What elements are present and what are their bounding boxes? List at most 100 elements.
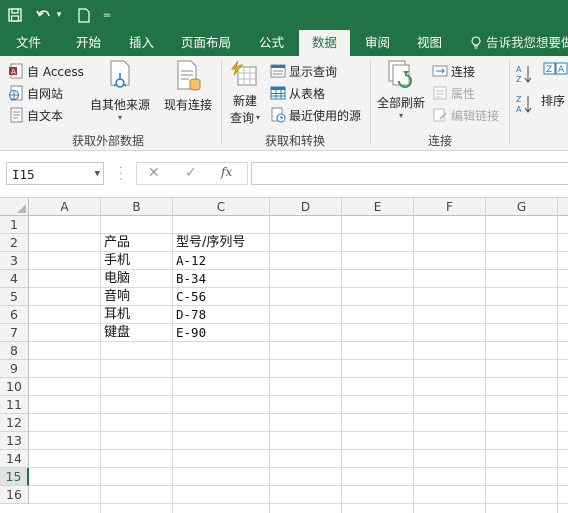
sort-za-icon[interactable]: ZA <box>515 94 533 117</box>
tab-page-layout[interactable]: 页面布局 <box>181 30 231 56</box>
row-header[interactable]: 7 <box>0 324 29 342</box>
row-header[interactable]: 15 <box>0 468 29 486</box>
row-header[interactable]: 14 <box>0 450 29 468</box>
tab-formulas[interactable]: 公式 <box>259 30 284 56</box>
properties-icon <box>433 86 447 100</box>
cell-c4[interactable]: B-34 <box>173 270 206 288</box>
sort-button[interactable]: Z A 排序 <box>541 62 568 109</box>
name-box[interactable]: I15 ▼ <box>6 162 104 185</box>
show-queries-label: 显示查询 <box>289 64 338 79</box>
sort-label: 排序 <box>541 94 566 108</box>
column-header-g[interactable]: G <box>486 198 558 216</box>
cell-b4[interactable]: 电脑 <box>101 270 130 288</box>
from-table-label: 从表格 <box>289 86 326 101</box>
tab-home[interactable]: 开始 <box>76 30 101 56</box>
existing-connections-button[interactable]: 现有连接 <box>160 59 216 113</box>
svg-text:A: A <box>516 105 522 114</box>
recent-sources-button[interactable]: 最近使用的源 <box>270 105 361 125</box>
undo-icon[interactable] <box>33 0 55 30</box>
properties-label: 属性 <box>451 86 476 101</box>
properties-button[interactable]: 属性 <box>432 83 475 103</box>
refresh-all-button[interactable]: 全部刷新 ▾ <box>374 59 428 120</box>
formula-input[interactable] <box>251 162 568 185</box>
svg-text:Z: Z <box>516 95 522 104</box>
tab-review[interactable]: 审阅 <box>365 30 390 56</box>
connections-icon <box>432 65 448 77</box>
row-header[interactable]: 11 <box>0 396 29 414</box>
tab-view[interactable]: 视图 <box>417 30 442 56</box>
gridline <box>29 467 568 468</box>
gridline <box>29 359 568 360</box>
from-text-button[interactable]: 自文本 <box>8 105 63 125</box>
chevron-down-icon: ▾ <box>256 113 261 122</box>
cell-c7[interactable]: E-90 <box>173 324 206 342</box>
column-header-a[interactable]: A <box>29 198 101 216</box>
ribbon-data: A 自 Access 自网站 自文本 自其他来源 ▾ 现有连接 获取外部数据 新… <box>0 56 568 151</box>
show-queries-icon <box>270 64 286 78</box>
row-header[interactable]: 10 <box>0 378 29 396</box>
row-header[interactable]: 5 <box>0 288 29 306</box>
column-header-d[interactable]: D <box>270 198 342 216</box>
refresh-all-label: 全部刷新 <box>376 96 425 110</box>
new-query-icon <box>231 60 257 86</box>
svg-text:A: A <box>558 65 565 75</box>
chevron-down-icon[interactable]: ▼ <box>95 163 100 186</box>
cell-c6[interactable]: D-78 <box>173 306 206 324</box>
from-table-button[interactable]: 从表格 <box>270 83 325 103</box>
gridline <box>29 413 568 414</box>
ribbon-tabs: 文件 开始 插入 页面布局 公式 数据 审阅 视图 告诉我您想要做 <box>0 30 568 57</box>
connections-button[interactable]: 连接 <box>432 61 475 81</box>
row-header[interactable]: 8 <box>0 342 29 360</box>
enter-icon[interactable]: ✓ <box>185 165 197 181</box>
column-header-c[interactable]: C <box>173 198 270 216</box>
from-access-button[interactable]: A 自 Access <box>8 61 84 81</box>
cell-b3[interactable]: 手机 <box>101 252 130 270</box>
splitter-dots-icon[interactable]: · · · <box>119 162 123 185</box>
row-header[interactable]: 3 <box>0 252 29 270</box>
gridline <box>557 216 558 513</box>
column-header-h[interactable] <box>558 198 568 216</box>
cell-b2[interactable]: 产品 <box>101 234 130 252</box>
undo-dropdown-icon[interactable]: ▾ <box>54 0 64 30</box>
column-header-b[interactable]: B <box>101 198 173 216</box>
tab-file[interactable]: 文件 <box>16 30 41 56</box>
save-icon[interactable] <box>6 0 24 30</box>
cell-b5[interactable]: 音响 <box>101 288 130 306</box>
edit-links-button[interactable]: 编辑链接 <box>432 105 499 125</box>
cell-c3[interactable]: A-12 <box>173 252 206 270</box>
column-header-e[interactable]: E <box>342 198 414 216</box>
tab-insert[interactable]: 插入 <box>129 30 154 56</box>
sort-az-icon[interactable]: AZ <box>515 64 533 87</box>
row-header[interactable]: 4 <box>0 270 29 288</box>
tab-data[interactable]: 数据 <box>299 30 350 57</box>
new-document-icon[interactable] <box>75 0 93 30</box>
cell-b6[interactable]: 耳机 <box>101 306 130 324</box>
insert-function-icon[interactable]: fx <box>221 165 232 179</box>
row-header[interactable]: 6 <box>0 306 29 324</box>
from-web-button[interactable]: 自网站 <box>8 83 63 103</box>
name-box-value: I15 <box>12 167 35 182</box>
cell-b7[interactable]: 键盘 <box>101 324 130 342</box>
formula-bar: I15 ▼ · · · ✕ ✓ fx <box>0 151 568 198</box>
gridline <box>29 449 568 450</box>
globe-icon <box>9 85 23 101</box>
cell-c5[interactable]: C-56 <box>173 288 206 306</box>
customize-qat-icon[interactable]: = <box>100 0 114 30</box>
show-queries-button[interactable]: 显示查询 <box>270 61 337 81</box>
row-header[interactable]: 12 <box>0 414 29 432</box>
access-icon: A <box>9 63 23 79</box>
row-header[interactable]: 2 <box>0 234 29 252</box>
chevron-down-icon: ▾ <box>117 113 122 122</box>
select-all-button[interactable] <box>0 198 29 216</box>
row-header[interactable]: 1 <box>0 216 29 234</box>
tell-me-box[interactable]: 告诉我您想要做 <box>470 30 568 56</box>
row-header[interactable]: 16 <box>0 486 29 504</box>
row-header[interactable]: 13 <box>0 432 29 450</box>
row-header[interactable]: 9 <box>0 360 29 378</box>
from-other-sources-button[interactable]: 自其他来源 ▾ <box>88 59 152 122</box>
cancel-icon[interactable]: ✕ <box>148 165 160 181</box>
new-query-button[interactable]: 新建 查询 ▾ <box>224 59 266 126</box>
column-header-f[interactable]: F <box>414 198 486 216</box>
connections-label: 连接 <box>451 64 476 79</box>
cell-c2[interactable]: 型号/序列号 <box>173 234 245 252</box>
